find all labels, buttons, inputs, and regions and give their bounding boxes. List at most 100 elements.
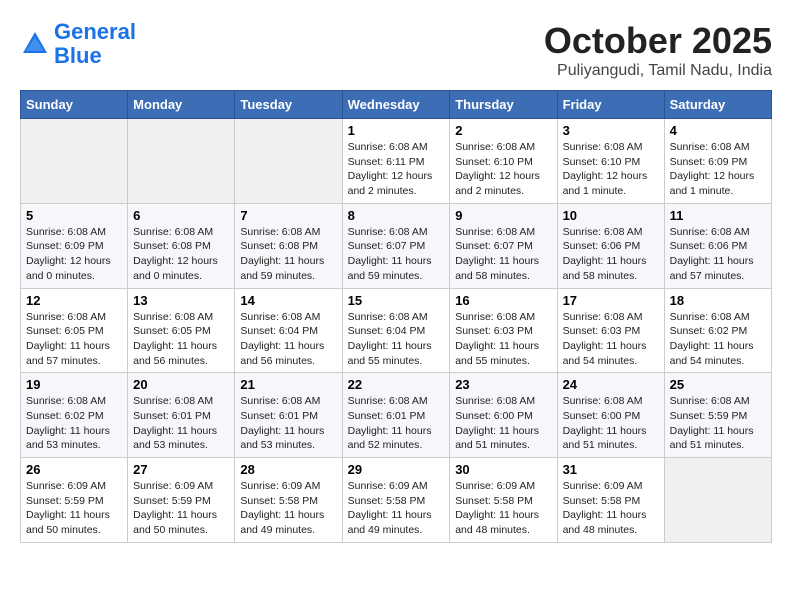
calendar-cell: 16 Sunrise: 6:08 AMSunset: 6:03 PMDayligh… xyxy=(450,288,557,373)
day-number: 28 xyxy=(240,462,336,477)
day-number: 24 xyxy=(563,377,659,392)
weekday-header: Friday xyxy=(557,91,664,119)
calendar-header: SundayMondayTuesdayWednesdayThursdayFrid… xyxy=(21,91,772,119)
day-info: Sunrise: 6:08 AMSunset: 6:01 PMDaylight:… xyxy=(348,394,445,453)
calendar-cell xyxy=(235,119,342,204)
day-info: Sunrise: 6:08 AMSunset: 6:00 PMDaylight:… xyxy=(455,394,551,453)
day-info: Sunrise: 6:09 AMSunset: 5:59 PMDaylight:… xyxy=(26,479,122,538)
calendar-cell: 22Sunrise: 6:08 AMSunset: 6:01 PMDayligh… xyxy=(342,373,450,458)
day-info: Sunrise: 6:08 AMSunset: 6:01 PMDaylight:… xyxy=(133,394,229,453)
day-info: Sunrise: 6:08 AMSunset: 6:09 PMDaylight:… xyxy=(26,225,122,284)
calendar-cell: 19Sunrise: 6:08 AMSunset: 6:02 PMDayligh… xyxy=(21,373,128,458)
day-number: 29 xyxy=(348,462,445,477)
calendar-cell: 12 Sunrise: 6:08 AMSunset: 6:05 PMDayligh… xyxy=(21,288,128,373)
day-info: Sunrise: 6:08 AMSunset: 6:06 PMDaylight:… xyxy=(670,225,766,284)
calendar-cell: 18Sunrise: 6:08 AMSunset: 6:02 PMDayligh… xyxy=(664,288,771,373)
day-number: 15 xyxy=(348,293,445,308)
day-number: 23 xyxy=(455,377,551,392)
day-info: Sunrise: 6:08 AMSunset: 6:03 PMDaylight:… xyxy=(563,310,659,369)
calendar-cell: 23 Sunrise: 6:08 AMSunset: 6:00 PMDayligh… xyxy=(450,373,557,458)
day-number: 21 xyxy=(240,377,336,392)
calendar-cell xyxy=(128,119,235,204)
calendar-cell: 27Sunrise: 6:09 AMSunset: 5:59 PMDayligh… xyxy=(128,458,235,543)
calendar-cell: 3 Sunrise: 6:08 AMSunset: 6:10 PMDaylight… xyxy=(557,119,664,204)
calendar-cell: 6Sunrise: 6:08 AMSunset: 6:08 PMDaylight… xyxy=(128,203,235,288)
day-number: 31 xyxy=(563,462,659,477)
calendar-cell: 31 Sunrise: 6:09 AMSunset: 5:58 PMDayligh… xyxy=(557,458,664,543)
day-number: 20 xyxy=(133,377,229,392)
calendar-cell xyxy=(664,458,771,543)
page-header: General Blue October 2025 Puliyangudi, T… xyxy=(20,20,772,80)
calendar-body: 1Sunrise: 6:08 AMSunset: 6:11 PMDaylight… xyxy=(21,119,772,543)
logo-icon xyxy=(20,29,50,59)
day-info: Sunrise: 6:08 AMSunset: 6:00 PMDaylight:… xyxy=(563,394,659,453)
day-number: 4 xyxy=(670,123,766,138)
day-info: Sunrise: 6:08 AMSunset: 6:01 PMDaylight:… xyxy=(240,394,336,453)
weekday-row: SundayMondayTuesdayWednesdayThursdayFrid… xyxy=(21,91,772,119)
logo: General Blue xyxy=(20,20,136,68)
day-number: 11 xyxy=(670,208,766,223)
calendar-week-row: 5 Sunrise: 6:08 AMSunset: 6:09 PMDaylight… xyxy=(21,203,772,288)
day-number: 27 xyxy=(133,462,229,477)
calendar-cell: 5 Sunrise: 6:08 AMSunset: 6:09 PMDaylight… xyxy=(21,203,128,288)
day-number: 8 xyxy=(348,208,445,223)
day-info: Sunrise: 6:09 AMSunset: 5:58 PMDaylight:… xyxy=(563,479,659,538)
calendar-cell: 1Sunrise: 6:08 AMSunset: 6:11 PMDaylight… xyxy=(342,119,450,204)
calendar-week-row: 26 Sunrise: 6:09 AMSunset: 5:59 PMDayligh… xyxy=(21,458,772,543)
calendar-cell: 10 Sunrise: 6:08 AMSunset: 6:06 PMDayligh… xyxy=(557,203,664,288)
weekday-header: Sunday xyxy=(21,91,128,119)
calendar-cell: 2Sunrise: 6:08 AMSunset: 6:10 PMDaylight… xyxy=(450,119,557,204)
calendar-table: SundayMondayTuesdayWednesdayThursdayFrid… xyxy=(20,90,772,543)
day-number: 5 xyxy=(26,208,122,223)
day-info: Sunrise: 6:08 AMSunset: 6:10 PMDaylight:… xyxy=(563,140,659,199)
day-info: Sunrise: 6:08 AMSunset: 6:03 PMDaylight:… xyxy=(455,310,551,369)
day-info: Sunrise: 6:08 AMSunset: 6:07 PMDaylight:… xyxy=(348,225,445,284)
calendar-cell: 28 Sunrise: 6:09 AMSunset: 5:58 PMDayligh… xyxy=(235,458,342,543)
day-info: Sunrise: 6:08 AMSunset: 6:05 PMDaylight:… xyxy=(133,310,229,369)
day-info: Sunrise: 6:09 AMSunset: 5:58 PMDaylight:… xyxy=(455,479,551,538)
calendar-week-row: 12 Sunrise: 6:08 AMSunset: 6:05 PMDayligh… xyxy=(21,288,772,373)
day-number: 10 xyxy=(563,208,659,223)
weekday-header: Thursday xyxy=(450,91,557,119)
location-subtitle: Puliyangudi, Tamil Nadu, India xyxy=(544,62,772,80)
day-number: 6 xyxy=(133,208,229,223)
day-info: Sunrise: 6:09 AMSunset: 5:58 PMDaylight:… xyxy=(240,479,336,538)
day-info: Sunrise: 6:08 AMSunset: 5:59 PMDaylight:… xyxy=(670,394,766,453)
calendar-week-row: 1Sunrise: 6:08 AMSunset: 6:11 PMDaylight… xyxy=(21,119,772,204)
weekday-header: Tuesday xyxy=(235,91,342,119)
calendar-cell: 11 Sunrise: 6:08 AMSunset: 6:06 PMDayligh… xyxy=(664,203,771,288)
day-number: 12 xyxy=(26,293,122,308)
calendar-cell: 30Sunrise: 6:09 AMSunset: 5:58 PMDayligh… xyxy=(450,458,557,543)
day-info: Sunrise: 6:08 AMSunset: 6:11 PMDaylight:… xyxy=(348,140,445,199)
day-info: Sunrise: 6:08 AMSunset: 6:06 PMDaylight:… xyxy=(563,225,659,284)
calendar-cell: 9Sunrise: 6:08 AMSunset: 6:07 PMDaylight… xyxy=(450,203,557,288)
day-info: Sunrise: 6:08 AMSunset: 6:04 PMDaylight:… xyxy=(240,310,336,369)
day-number: 3 xyxy=(563,123,659,138)
day-info: Sunrise: 6:08 AMSunset: 6:08 PMDaylight:… xyxy=(240,225,336,284)
logo-general: General xyxy=(54,19,136,44)
day-number: 16 xyxy=(455,293,551,308)
calendar-cell xyxy=(21,119,128,204)
day-number: 17 xyxy=(563,293,659,308)
weekday-header: Saturday xyxy=(664,91,771,119)
calendar-cell: 7 Sunrise: 6:08 AMSunset: 6:08 PMDaylight… xyxy=(235,203,342,288)
day-number: 2 xyxy=(455,123,551,138)
day-number: 26 xyxy=(26,462,122,477)
weekday-header: Wednesday xyxy=(342,91,450,119)
day-info: Sunrise: 6:08 AMSunset: 6:05 PMDaylight:… xyxy=(26,310,122,369)
calendar-cell: 24 Sunrise: 6:08 AMSunset: 6:00 PMDayligh… xyxy=(557,373,664,458)
calendar-cell: 26 Sunrise: 6:09 AMSunset: 5:59 PMDayligh… xyxy=(21,458,128,543)
day-info: Sunrise: 6:08 AMSunset: 6:09 PMDaylight:… xyxy=(670,140,766,199)
day-number: 9 xyxy=(455,208,551,223)
day-info: Sunrise: 6:08 AMSunset: 6:02 PMDaylight:… xyxy=(26,394,122,453)
weekday-header: Monday xyxy=(128,91,235,119)
title-block: October 2025 Puliyangudi, Tamil Nadu, In… xyxy=(544,20,772,80)
calendar-cell: 21 Sunrise: 6:08 AMSunset: 6:01 PMDayligh… xyxy=(235,373,342,458)
day-number: 13 xyxy=(133,293,229,308)
day-number: 7 xyxy=(240,208,336,223)
day-number: 25 xyxy=(670,377,766,392)
calendar-week-row: 19Sunrise: 6:08 AMSunset: 6:02 PMDayligh… xyxy=(21,373,772,458)
day-info: Sunrise: 6:08 AMSunset: 6:04 PMDaylight:… xyxy=(348,310,445,369)
calendar-cell: 20 Sunrise: 6:08 AMSunset: 6:01 PMDayligh… xyxy=(128,373,235,458)
day-number: 18 xyxy=(670,293,766,308)
